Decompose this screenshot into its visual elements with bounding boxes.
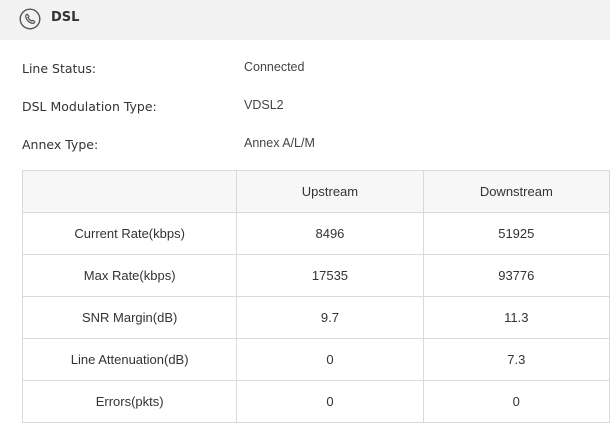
table-row: Current Rate(kbps) 8496 51925 <box>21 212 610 255</box>
upstream-value: 8496 <box>236 212 424 255</box>
table-row: SNR Margin(dB) 9.7 11.3 <box>21 296 610 339</box>
section-header: DSL <box>0 0 610 40</box>
row-label: SNR Margin(dB) <box>21 296 238 339</box>
line-status-row: Line Status: Connected <box>22 60 602 81</box>
table-row: Line Attenuation(dB) 0 7.3 <box>21 338 610 381</box>
table-row: Max Rate(kbps) 17535 93776 <box>21 254 610 297</box>
table-row: Errors(pkts) 0 0 <box>21 380 610 423</box>
row-label: Current Rate(kbps) <box>21 212 238 255</box>
line-status-label: Line Status: <box>22 61 97 76</box>
header-upstream: Upstream <box>236 170 424 213</box>
row-label: Line Attenuation(dB) <box>21 338 238 381</box>
downstream-value: 11.3 <box>422 296 610 339</box>
downstream-value: 51925 <box>422 212 610 255</box>
annex-type-value: Annex A/L/M <box>244 136 315 150</box>
modulation-type-value: VDSL2 <box>244 98 284 112</box>
upstream-value: 0 <box>236 338 424 381</box>
row-label: Max Rate(kbps) <box>21 254 238 297</box>
downstream-value: 93776 <box>422 254 610 297</box>
modulation-type-row: DSL Modulation Type: VDSL2 <box>22 98 602 119</box>
header-downstream: Downstream <box>422 170 610 213</box>
phone-icon <box>19 8 41 30</box>
upstream-value: 17535 <box>236 254 424 297</box>
downstream-value: 7.3 <box>422 338 610 381</box>
annex-type-row: Annex Type: Annex A/L/M <box>22 136 602 157</box>
dsl-stats-table: Upstream Downstream Current Rate(kbps) 8… <box>21 170 610 423</box>
page-title: DSL <box>51 10 80 25</box>
upstream-value: 0 <box>236 380 424 423</box>
row-label: Errors(pkts) <box>21 380 238 423</box>
table-header-row: Upstream Downstream <box>21 170 610 213</box>
upstream-value: 9.7 <box>236 296 424 339</box>
annex-type-label: Annex Type: <box>22 137 99 152</box>
downstream-value: 0 <box>422 380 610 423</box>
header-empty-cell <box>21 170 238 213</box>
modulation-type-label: DSL Modulation Type: <box>22 99 157 114</box>
line-status-value: Connected <box>244 60 305 74</box>
